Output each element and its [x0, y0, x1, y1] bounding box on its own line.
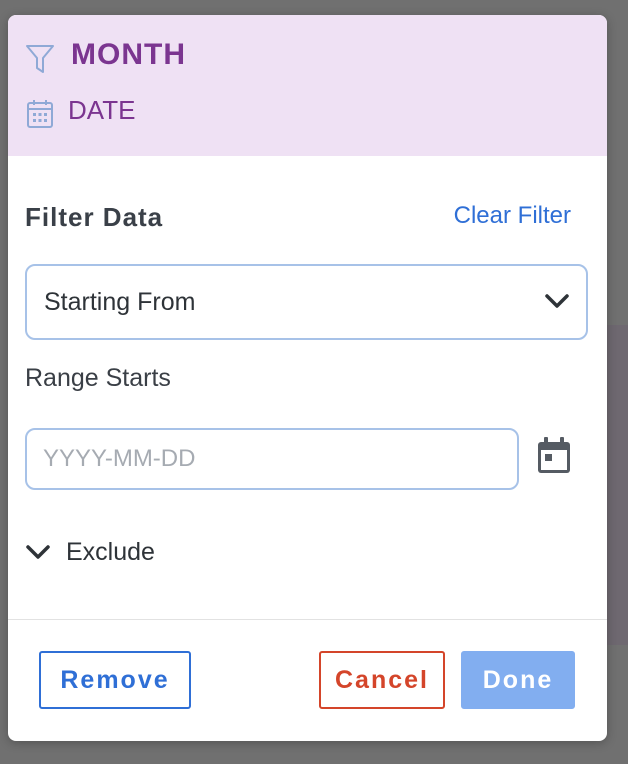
cancel-button[interactable]: Cancel: [319, 651, 445, 709]
exclude-label: Exclude: [66, 537, 155, 566]
clear-filter-link[interactable]: Clear Filter: [454, 202, 571, 230]
calendar-icon: [27, 100, 53, 128]
section-title: Filter Data: [25, 202, 164, 232]
filter-popover: MONTH DATE Filter Data Clear Filter Star…: [8, 15, 607, 741]
field-type: DATE: [68, 95, 136, 125]
operator-select-value: Starting From: [44, 287, 196, 316]
range-starts-label: Range Starts: [25, 364, 171, 392]
popover-header: MONTH DATE: [8, 15, 607, 156]
date-input[interactable]: [25, 428, 519, 490]
exclude-toggle[interactable]: Exclude: [25, 535, 155, 569]
operator-select[interactable]: Starting From: [25, 264, 588, 340]
remove-button[interactable]: Remove: [39, 651, 191, 709]
chevron-down-icon: [545, 294, 569, 308]
done-button[interactable]: Done: [461, 651, 575, 709]
filter-icon: [26, 45, 54, 73]
field-title: MONTH: [71, 38, 186, 71]
calendar-picker-icon[interactable]: [537, 436, 571, 474]
chevron-down-icon: [26, 545, 50, 559]
footer-divider: [8, 619, 607, 620]
